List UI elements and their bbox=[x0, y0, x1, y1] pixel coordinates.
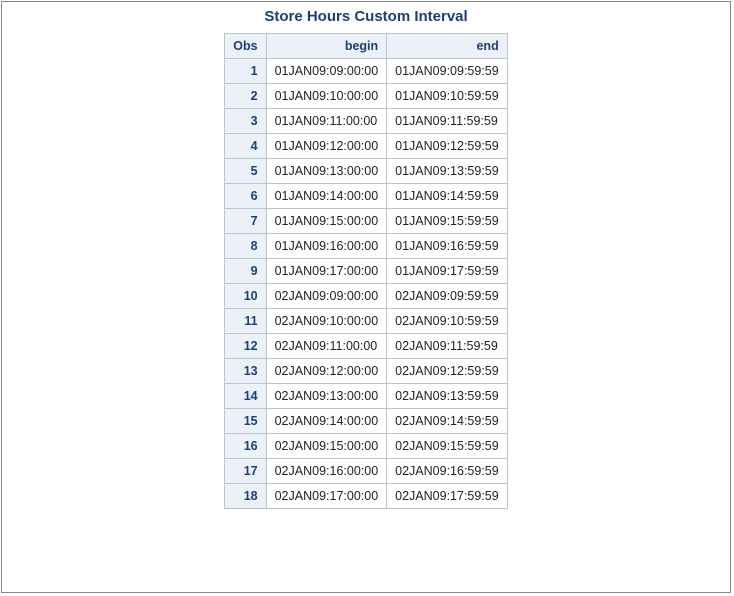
begin-cell: 01JAN09:13:00:00 bbox=[266, 159, 387, 184]
obs-cell: 1 bbox=[225, 59, 266, 84]
table-row: 101JAN09:09:00:0001JAN09:09:59:59 bbox=[225, 59, 507, 84]
begin-cell: 02JAN09:10:00:00 bbox=[266, 309, 387, 334]
begin-cell: 01JAN09:16:00:00 bbox=[266, 234, 387, 259]
begin-cell: 02JAN09:13:00:00 bbox=[266, 384, 387, 409]
end-cell: 01JAN09:17:59:59 bbox=[387, 259, 508, 284]
begin-cell: 01JAN09:17:00:00 bbox=[266, 259, 387, 284]
obs-cell: 4 bbox=[225, 134, 266, 159]
obs-cell: 7 bbox=[225, 209, 266, 234]
header-row: Obs begin end bbox=[225, 34, 507, 59]
begin-cell: 02JAN09:16:00:00 bbox=[266, 459, 387, 484]
begin-cell: 02JAN09:14:00:00 bbox=[266, 409, 387, 434]
col-header-begin: begin bbox=[266, 34, 387, 59]
end-cell: 02JAN09:09:59:59 bbox=[387, 284, 508, 309]
begin-cell: 02JAN09:09:00:00 bbox=[266, 284, 387, 309]
table-row: 401JAN09:12:00:0001JAN09:12:59:59 bbox=[225, 134, 507, 159]
end-cell: 02JAN09:17:59:59 bbox=[387, 484, 508, 509]
obs-cell: 6 bbox=[225, 184, 266, 209]
end-cell: 02JAN09:14:59:59 bbox=[387, 409, 508, 434]
table-row: 1102JAN09:10:00:0002JAN09:10:59:59 bbox=[225, 309, 507, 334]
table-row: 501JAN09:13:00:0001JAN09:13:59:59 bbox=[225, 159, 507, 184]
end-cell: 01JAN09:09:59:59 bbox=[387, 59, 508, 84]
obs-cell: 10 bbox=[225, 284, 266, 309]
end-cell: 02JAN09:10:59:59 bbox=[387, 309, 508, 334]
table-row: 701JAN09:15:00:0001JAN09:15:59:59 bbox=[225, 209, 507, 234]
page-title: Store Hours Custom Interval bbox=[2, 2, 730, 33]
end-cell: 01JAN09:11:59:59 bbox=[387, 109, 508, 134]
table-row: 1602JAN09:15:00:0002JAN09:15:59:59 bbox=[225, 434, 507, 459]
table-row: 301JAN09:11:00:0001JAN09:11:59:59 bbox=[225, 109, 507, 134]
obs-cell: 13 bbox=[225, 359, 266, 384]
table-row: 1702JAN09:16:00:0002JAN09:16:59:59 bbox=[225, 459, 507, 484]
end-cell: 02JAN09:16:59:59 bbox=[387, 459, 508, 484]
col-header-obs: Obs bbox=[225, 34, 266, 59]
begin-cell: 02JAN09:17:00:00 bbox=[266, 484, 387, 509]
end-cell: 01JAN09:15:59:59 bbox=[387, 209, 508, 234]
obs-cell: 3 bbox=[225, 109, 266, 134]
output-frame: Store Hours Custom Interval Obs begin en… bbox=[1, 1, 731, 593]
obs-cell: 12 bbox=[225, 334, 266, 359]
obs-cell: 16 bbox=[225, 434, 266, 459]
obs-cell: 8 bbox=[225, 234, 266, 259]
table-row: 1002JAN09:09:00:0002JAN09:09:59:59 bbox=[225, 284, 507, 309]
begin-cell: 02JAN09:12:00:00 bbox=[266, 359, 387, 384]
table-row: 1202JAN09:11:00:0002JAN09:11:59:59 bbox=[225, 334, 507, 359]
col-header-end: end bbox=[387, 34, 508, 59]
begin-cell: 01JAN09:10:00:00 bbox=[266, 84, 387, 109]
end-cell: 01JAN09:14:59:59 bbox=[387, 184, 508, 209]
table-row: 1302JAN09:12:00:0002JAN09:12:59:59 bbox=[225, 359, 507, 384]
begin-cell: 01JAN09:11:00:00 bbox=[266, 109, 387, 134]
data-table: Obs begin end 101JAN09:09:00:0001JAN09:0… bbox=[224, 33, 507, 509]
end-cell: 02JAN09:15:59:59 bbox=[387, 434, 508, 459]
table-row: 1502JAN09:14:00:0002JAN09:14:59:59 bbox=[225, 409, 507, 434]
obs-cell: 18 bbox=[225, 484, 266, 509]
table-row: 1802JAN09:17:00:0002JAN09:17:59:59 bbox=[225, 484, 507, 509]
table-row: 601JAN09:14:00:0001JAN09:14:59:59 bbox=[225, 184, 507, 209]
table-row: 801JAN09:16:00:0001JAN09:16:59:59 bbox=[225, 234, 507, 259]
obs-cell: 15 bbox=[225, 409, 266, 434]
obs-cell: 9 bbox=[225, 259, 266, 284]
begin-cell: 01JAN09:15:00:00 bbox=[266, 209, 387, 234]
obs-cell: 5 bbox=[225, 159, 266, 184]
end-cell: 01JAN09:12:59:59 bbox=[387, 134, 508, 159]
table-body: 101JAN09:09:00:0001JAN09:09:59:59201JAN0… bbox=[225, 59, 507, 509]
table-row: 1402JAN09:13:00:0002JAN09:13:59:59 bbox=[225, 384, 507, 409]
obs-cell: 17 bbox=[225, 459, 266, 484]
table-container: Obs begin end 101JAN09:09:00:0001JAN09:0… bbox=[2, 33, 730, 509]
end-cell: 01JAN09:10:59:59 bbox=[387, 84, 508, 109]
begin-cell: 01JAN09:12:00:00 bbox=[266, 134, 387, 159]
begin-cell: 01JAN09:14:00:00 bbox=[266, 184, 387, 209]
begin-cell: 02JAN09:11:00:00 bbox=[266, 334, 387, 359]
begin-cell: 02JAN09:15:00:00 bbox=[266, 434, 387, 459]
obs-cell: 2 bbox=[225, 84, 266, 109]
end-cell: 02JAN09:12:59:59 bbox=[387, 359, 508, 384]
begin-cell: 01JAN09:09:00:00 bbox=[266, 59, 387, 84]
table-row: 201JAN09:10:00:0001JAN09:10:59:59 bbox=[225, 84, 507, 109]
table-row: 901JAN09:17:00:0001JAN09:17:59:59 bbox=[225, 259, 507, 284]
end-cell: 02JAN09:13:59:59 bbox=[387, 384, 508, 409]
obs-cell: 11 bbox=[225, 309, 266, 334]
obs-cell: 14 bbox=[225, 384, 266, 409]
end-cell: 01JAN09:13:59:59 bbox=[387, 159, 508, 184]
end-cell: 02JAN09:11:59:59 bbox=[387, 334, 508, 359]
end-cell: 01JAN09:16:59:59 bbox=[387, 234, 508, 259]
